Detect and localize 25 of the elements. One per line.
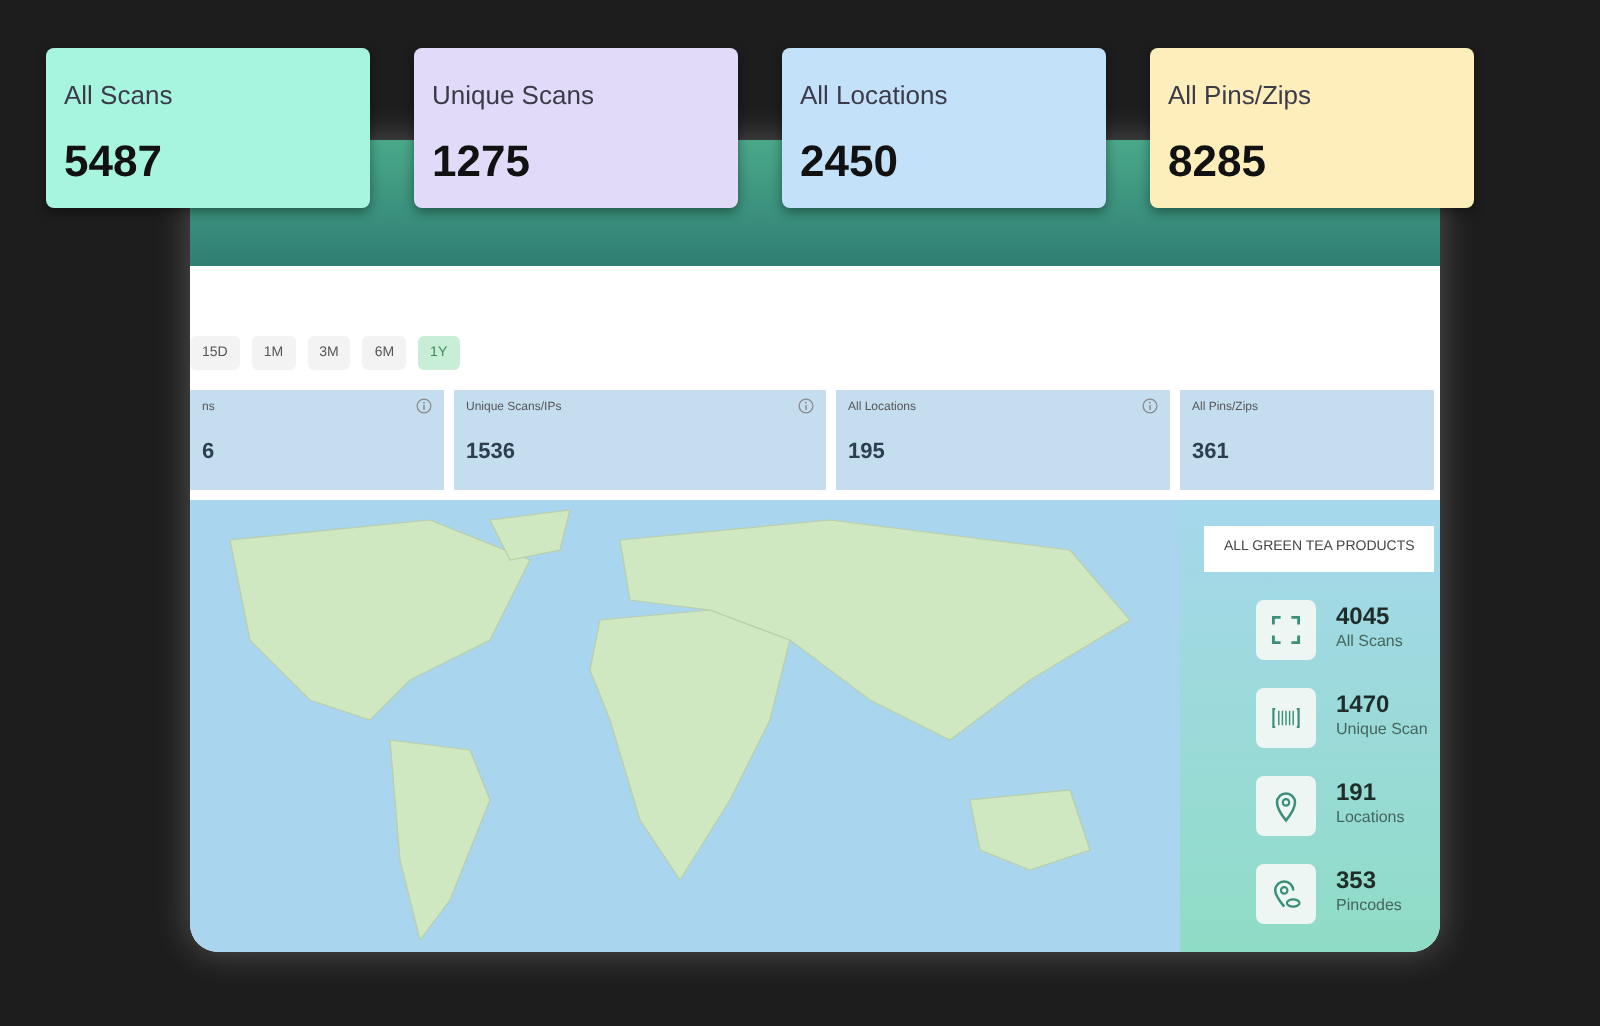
card-label: Unique Scans <box>432 78 596 114</box>
info-icon[interactable] <box>798 398 814 414</box>
card-value: 2450 <box>800 133 900 189</box>
stat-value: 6 <box>202 438 217 468</box>
card-label: All Pins/Zips <box>1168 78 1314 114</box>
card-value: 1275 <box>432 133 532 189</box>
metric-label: Unique Scan <box>1336 718 1428 743</box>
card-label: All Locations <box>800 78 950 114</box>
card-value: 8285 <box>1168 133 1268 189</box>
card-value: 5487 <box>64 133 164 189</box>
metric-label: Pincodes <box>1336 894 1402 919</box>
metric-value: 353 <box>1336 867 1379 895</box>
metric-label: All Scans <box>1336 630 1403 655</box>
stat-value: 1536 <box>466 438 517 468</box>
metric-value: 1470 <box>1336 691 1392 719</box>
pin-eye-icon <box>1268 875 1304 911</box>
info-icon[interactable] <box>416 398 432 414</box>
card-label: All Scans <box>64 78 175 114</box>
metric-label: Locations <box>1336 806 1405 831</box>
info-icon[interactable] <box>1142 398 1158 414</box>
stat-value: 361 <box>1192 438 1231 468</box>
metric-value: 4045 <box>1336 603 1392 631</box>
stat-value: 195 <box>848 438 887 468</box>
scan-frame-icon <box>1268 611 1304 647</box>
metric-value: 191 <box>1336 779 1379 807</box>
